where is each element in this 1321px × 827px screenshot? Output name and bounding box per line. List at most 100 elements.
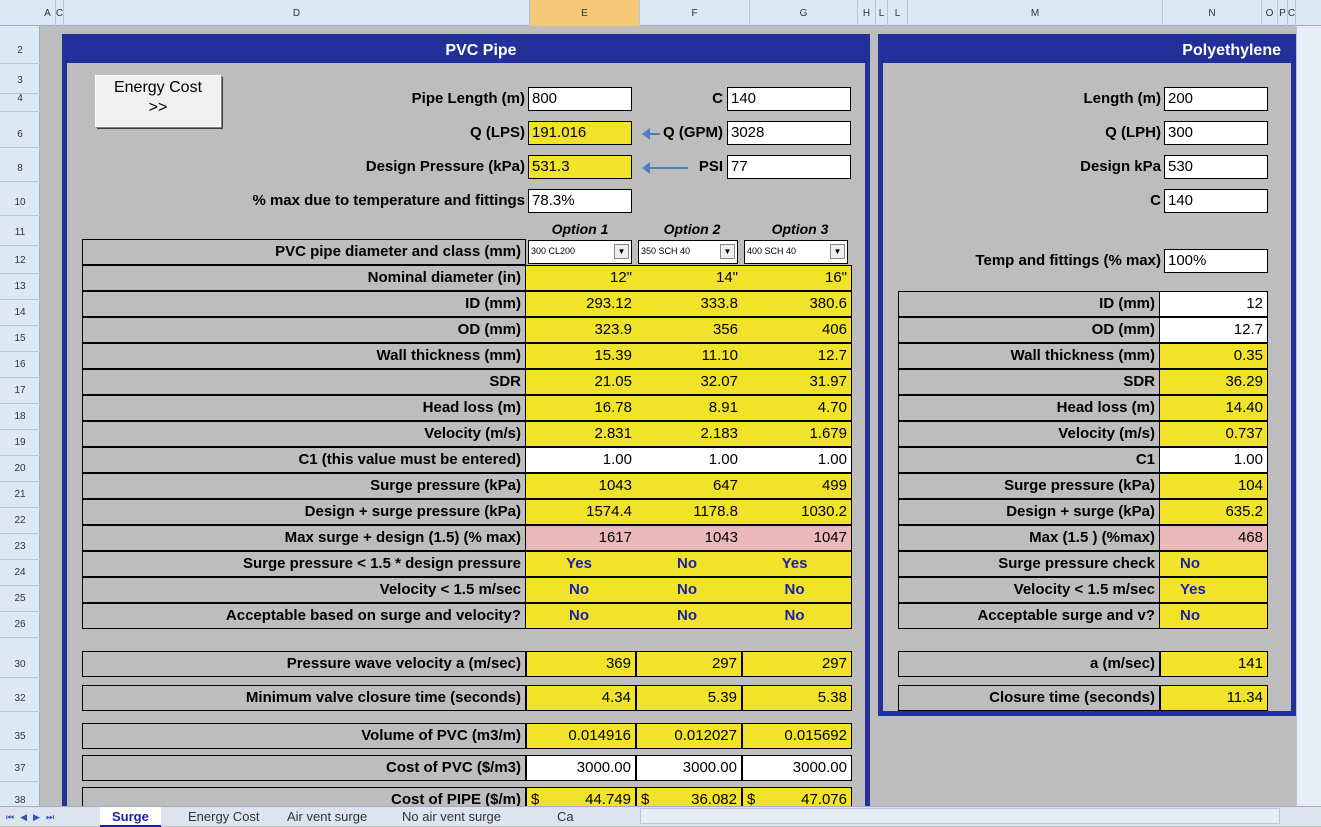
pe-cell: 0.35 — [1160, 343, 1268, 369]
row-header[interactable]: 12 — [0, 248, 40, 274]
temp-input[interactable]: 78.3% — [528, 189, 632, 213]
pe-c-input[interactable]: 140 — [1164, 189, 1268, 213]
pipe-class-dropdown[interactable]: 350 SCH 40 ▼ — [638, 240, 738, 264]
pvc-row-label: OD (mm) — [82, 317, 526, 343]
pe-cell[interactable]: 12 — [1160, 291, 1268, 317]
tab-nav-icon[interactable]: ◀ — [20, 812, 27, 822]
chevron-down-icon[interactable]: ▼ — [614, 244, 629, 259]
sheet-tab[interactable]: No air vent surge — [390, 807, 513, 827]
row-header[interactable]: 30 — [0, 652, 40, 678]
cost-pvc-cell[interactable]: 3000.00 — [526, 755, 636, 781]
column-header[interactable]: H — [858, 0, 876, 26]
row-header[interactable]: 15 — [0, 326, 40, 352]
pvc-row-label: Head loss (m) — [82, 395, 526, 421]
column-header[interactable]: L — [876, 0, 888, 26]
column-header[interactable]: M — [908, 0, 1163, 26]
column-header[interactable]: P — [1278, 0, 1288, 26]
row-header[interactable]: 11 — [0, 220, 40, 246]
column-header[interactable]: G — [750, 0, 858, 26]
pe-row-label: Surge pressure (kPa) — [898, 473, 1160, 499]
row-header[interactable]: 13 — [0, 274, 40, 300]
row-header[interactable]: 19 — [0, 430, 40, 456]
tab-nav-icon[interactable]: ⏮ — [6, 812, 14, 822]
row-header[interactable]: 2 — [0, 38, 40, 64]
sheet-tab[interactable]: Energy Cost — [176, 807, 272, 827]
column-header[interactable]: N — [1163, 0, 1262, 26]
design-pressure-label: Design Pressure (kPa) — [365, 158, 525, 175]
pvc-cell: 16" — [742, 265, 852, 291]
row-header[interactable]: 6 — [0, 122, 40, 148]
chevron-down-icon[interactable]: ▼ — [720, 244, 735, 259]
column-header[interactable]: A — [40, 0, 56, 26]
pvc-cell: 406 — [742, 317, 852, 343]
horizontal-scrollbar[interactable] — [640, 808, 1280, 824]
chevron-down-icon[interactable]: ▼ — [830, 244, 845, 259]
row-header[interactable]: 10 — [0, 190, 40, 216]
row-header[interactable]: 37 — [0, 756, 40, 782]
pvc-cell: 32.07 — [636, 369, 742, 395]
column-header[interactable]: E — [530, 0, 640, 26]
row-header[interactable]: 32 — [0, 686, 40, 712]
vertical-scrollbar[interactable] — [1296, 26, 1321, 806]
row-header[interactable]: 22 — [0, 508, 40, 534]
row-header[interactable]: 17 — [0, 378, 40, 404]
column-header[interactable]: C — [56, 0, 64, 26]
column-header[interactable]: O — [1262, 0, 1278, 26]
sheet-tab[interactable]: Surge — [100, 807, 161, 827]
row-header[interactable]: 21 — [0, 482, 40, 508]
pvc-row-label: Surge pressure (kPa) — [82, 473, 526, 499]
pvc-row-label: Acceptable based on surge and velocity? — [82, 603, 526, 629]
pe-cell[interactable]: 1.00 — [1160, 447, 1268, 473]
column-header[interactable]: C — [1288, 0, 1296, 26]
option-3-header: Option 3 — [771, 221, 829, 237]
pvc-cell[interactable]: 1.00 — [742, 447, 852, 473]
pe-closure-label: Closure time (seconds) — [898, 685, 1160, 711]
pvc-cell: 333.8 — [636, 291, 742, 317]
column-header[interactable]: L — [888, 0, 908, 26]
pe-temp-label: Temp and fittings (% max) — [975, 252, 1161, 269]
column-header[interactable]: D — [64, 0, 530, 26]
pvc-cell: Yes — [526, 551, 636, 577]
c-input[interactable]: 140 — [727, 87, 851, 111]
energy-cost-button[interactable]: Energy Cost >> — [95, 75, 221, 127]
pvc-cell: 4.70 — [742, 395, 852, 421]
row-header[interactable]: 26 — [0, 612, 40, 638]
psi-label: PSI — [698, 158, 723, 175]
pe-design-kpa-input[interactable]: 530 — [1164, 155, 1268, 179]
row-header[interactable]: 8 — [0, 156, 40, 182]
pipe-class-dropdown[interactable]: 400 SCH 40 ▼ — [744, 240, 848, 264]
q-gpm-label: Q (GPM) — [663, 124, 723, 141]
column-header[interactable]: F — [640, 0, 750, 26]
cost-pvc-cell[interactable]: 3000.00 — [636, 755, 742, 781]
pe-cell[interactable]: 12.7 — [1160, 317, 1268, 343]
row-header[interactable]: 35 — [0, 724, 40, 750]
pe-row-label: Head loss (m) — [898, 395, 1160, 421]
pe-temp-input[interactable]: 100% — [1164, 249, 1268, 273]
row-header[interactable]: 23 — [0, 534, 40, 560]
pipe-class-dropdown[interactable]: 300 CL200 ▼ — [528, 240, 632, 264]
row-header[interactable]: 20 — [0, 456, 40, 482]
sheet-tab[interactable]: Air vent surge — [275, 807, 379, 827]
row-header[interactable]: 25 — [0, 586, 40, 612]
c-label: C — [712, 90, 723, 107]
pe-length-input[interactable]: 200 — [1164, 87, 1268, 111]
tab-nav-icon[interactable]: ⏭ — [46, 812, 54, 822]
q-gpm-input[interactable]: 3028 — [727, 121, 851, 145]
q-lps-label: Q (LPS) — [470, 124, 525, 141]
sheet-tab[interactable]: Ca — [545, 807, 586, 827]
cost-pvc-cell[interactable]: 3000.00 — [742, 755, 852, 781]
volume-pvc-label: Volume of PVC (m3/m) — [82, 723, 526, 749]
row-header[interactable]: 4 — [0, 86, 40, 112]
row-header[interactable]: 14 — [0, 300, 40, 326]
volume-pvc-cell: 0.015692 — [742, 723, 852, 749]
pvc-cell[interactable]: 1.00 — [526, 447, 636, 473]
row-header[interactable]: 18 — [0, 404, 40, 430]
row-header[interactable]: 24 — [0, 560, 40, 586]
psi-input[interactable]: 77 — [727, 155, 851, 179]
pvc-cell: 1574.4 — [526, 499, 636, 525]
pipe-length-input[interactable]: 800 — [528, 87, 632, 111]
pe-q-input[interactable]: 300 — [1164, 121, 1268, 145]
tab-nav-icon[interactable]: ▶ — [33, 812, 40, 822]
pvc-cell[interactable]: 1.00 — [636, 447, 742, 473]
row-header[interactable]: 16 — [0, 352, 40, 378]
